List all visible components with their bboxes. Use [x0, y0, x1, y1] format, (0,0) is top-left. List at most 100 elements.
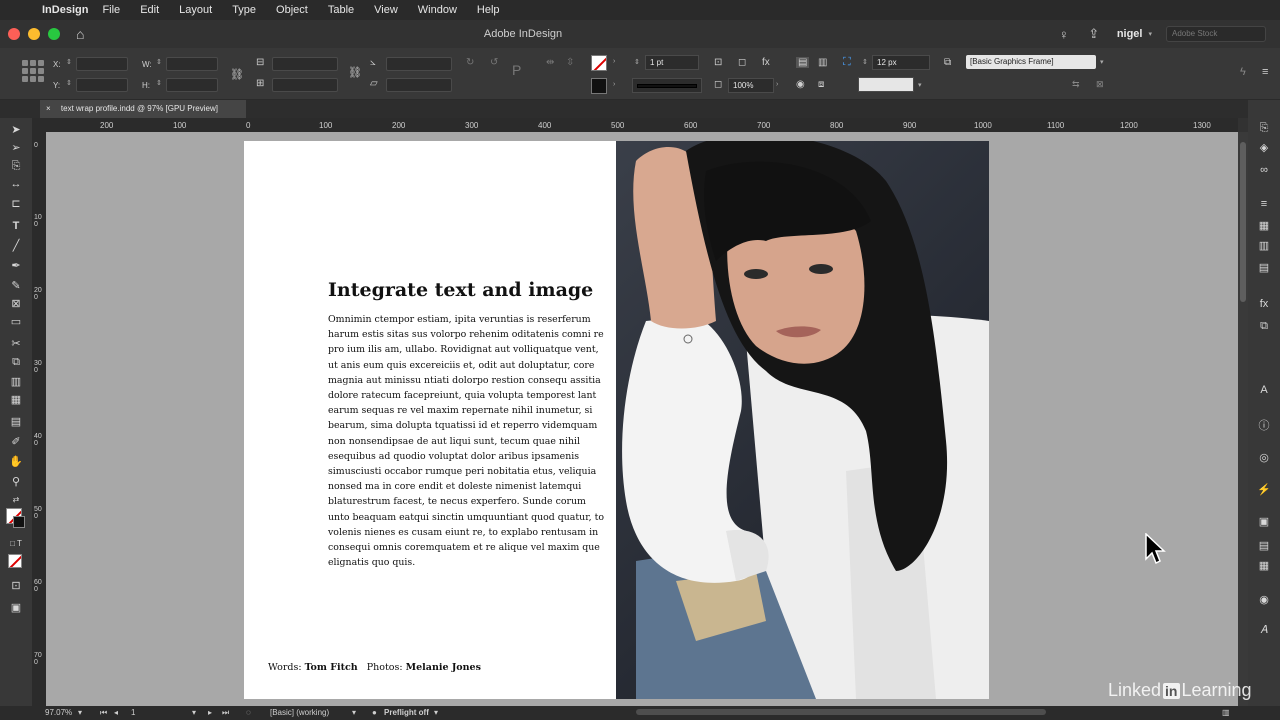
- scissors-tool-icon[interactable]: ✂: [8, 336, 24, 352]
- corner-shape-select[interactable]: [858, 77, 914, 92]
- gradient-tool-icon[interactable]: ▥: [8, 374, 24, 390]
- h-stepper-icon[interactable]: ⇕: [156, 79, 162, 87]
- scale-y-field[interactable]: [272, 78, 338, 92]
- object-style-select[interactable]: [Basic Graphics Frame]: [966, 55, 1096, 69]
- screen-mode-icon[interactable]: ▣: [8, 600, 24, 616]
- rectangle-frame-tool-icon[interactable]: ⊠: [8, 296, 24, 312]
- previous-page-icon[interactable]: ◂: [114, 708, 118, 717]
- stroke-weight-stepper-icon[interactable]: ⇕: [634, 58, 640, 66]
- adobe-stock-search-input[interactable]: Adobe Stock: [1166, 26, 1266, 42]
- portrait-photo-frame[interactable]: [616, 141, 989, 699]
- select-content-icon[interactable]: ⧈: [818, 79, 824, 90]
- swap-fill-stroke-icon[interactable]: ⇄: [8, 492, 24, 508]
- links-panel-icon[interactable]: ∞: [1256, 162, 1272, 178]
- shear-icon[interactable]: ▱: [370, 78, 378, 89]
- menu-layout[interactable]: Layout: [179, 4, 212, 16]
- panel-menu-icon[interactable]: ≡: [1262, 66, 1268, 78]
- p-icon[interactable]: P: [512, 62, 521, 78]
- body-text-frame[interactable]: Omnimin ctempor estiam, ipita veruntias …: [328, 312, 608, 570]
- text-wrap-panel-icon[interactable]: ▣: [1256, 514, 1272, 530]
- user-name[interactable]: nigel: [1117, 28, 1143, 40]
- document-tab[interactable]: × text wrap profile.indd @ 97% [GPU Prev…: [40, 100, 246, 118]
- scale-x-icon[interactable]: ⊟: [256, 57, 264, 68]
- split-window-icon[interactable]: ▥: [1222, 708, 1230, 717]
- h-field[interactable]: [166, 78, 218, 92]
- preflight-status[interactable]: Preflight off: [384, 708, 429, 717]
- content-collector-icon[interactable]: ⊏: [8, 196, 24, 212]
- line-tool-icon[interactable]: ╱: [8, 238, 24, 254]
- first-page-icon[interactable]: ⏮: [100, 708, 107, 718]
- corner-shape-chevron-icon[interactable]: ▾: [918, 81, 922, 89]
- menu-app-name[interactable]: InDesign: [42, 4, 88, 16]
- quick-apply-icon[interactable]: ⊠: [1096, 79, 1104, 90]
- close-tab-icon[interactable]: ×: [46, 104, 51, 113]
- object-style-icon[interactable]: ⧉: [944, 57, 951, 68]
- frame-fitting-icon[interactable]: ⊡: [714, 57, 722, 68]
- page-number-field[interactable]: 1: [131, 708, 135, 717]
- text-wrap-box-icon[interactable]: ▥: [818, 57, 827, 68]
- zoom-level-field[interactable]: 97.07%: [45, 708, 72, 717]
- object-style-chevron-icon[interactable]: ▾: [1100, 58, 1104, 66]
- lightbulb-icon[interactable]: ♀: [1049, 27, 1079, 42]
- flip-horizontal-icon[interactable]: ⇹: [546, 57, 554, 68]
- horizontal-scrollbar[interactable]: [636, 709, 1046, 715]
- menu-table[interactable]: Table: [328, 4, 354, 16]
- stroke-color-icon[interactable]: [13, 516, 25, 528]
- table-panel-icon[interactable]: ▤: [1256, 538, 1272, 554]
- x-stepper-icon[interactable]: ⇕: [66, 58, 72, 66]
- chevron-down-icon[interactable]: ▾: [1148, 30, 1152, 38]
- eyedropper-tool-icon[interactable]: ✐: [8, 434, 24, 450]
- vertical-ruler[interactable]: 0 100 200 300 400 500 600 700: [32, 132, 46, 708]
- preflight-profile[interactable]: [Basic] (working): [270, 708, 329, 717]
- page-headline[interactable]: Integrate text and image: [328, 279, 593, 301]
- info-panel-icon[interactable]: ⓘ: [1256, 418, 1272, 434]
- shear-field[interactable]: [386, 78, 452, 92]
- pathfinder-panel-icon[interactable]: ⚡: [1256, 482, 1272, 498]
- effects-panel-icon[interactable]: fx: [1256, 296, 1272, 312]
- rectangle-tool-icon[interactable]: ▭: [8, 314, 24, 330]
- opacity-field[interactable]: 100%: [728, 78, 774, 93]
- corner-options-icon[interactable]: ⛶: [843, 56, 851, 69]
- constrain-proportions-icon[interactable]: ⛓: [230, 68, 244, 81]
- menu-window[interactable]: Window: [418, 4, 457, 16]
- corner-size-stepper-icon[interactable]: ⇕: [862, 58, 868, 66]
- y-stepper-icon[interactable]: ⇕: [66, 79, 72, 87]
- pasteboard[interactable]: Integrate text and image Omnimin ctempor…: [46, 132, 1238, 708]
- menu-edit[interactable]: Edit: [140, 4, 159, 16]
- formatting-affects-icon[interactable]: □ T: [8, 536, 24, 552]
- flip-vertical-icon[interactable]: ⇳: [566, 57, 574, 68]
- pen-tool-icon[interactable]: ✒: [8, 258, 24, 274]
- rotate-icon[interactable]: ⦣: [370, 57, 376, 68]
- selection-tool-icon[interactable]: ➤: [8, 122, 24, 138]
- stroke-chevron-icon[interactable]: ›: [613, 81, 615, 88]
- credits-line[interactable]: Words: Tom Fitch Photos: Melanie Jones: [268, 662, 481, 673]
- align-panel-icon[interactable]: ◎: [1256, 450, 1272, 466]
- zoom-chevron-icon[interactable]: ▾: [78, 708, 82, 717]
- vertical-scrollbar-thumb[interactable]: [1240, 142, 1246, 302]
- gradient-panel-icon[interactable]: ▤: [1256, 260, 1272, 276]
- type-tool-icon[interactable]: T: [8, 218, 24, 234]
- stroke-type-select[interactable]: [632, 78, 702, 93]
- tags-panel-icon[interactable]: ◉: [1256, 592, 1272, 608]
- direct-selection-tool-icon[interactable]: ➢: [8, 140, 24, 156]
- swatches-panel-icon[interactable]: ▥: [1256, 238, 1272, 254]
- reference-point-icon[interactable]: [22, 60, 44, 82]
- gradient-feather-tool-icon[interactable]: ▦: [8, 392, 24, 408]
- view-mode-icon[interactable]: ⊡: [8, 578, 24, 594]
- corner-size-field[interactable]: 12 px: [872, 55, 930, 70]
- select-container-icon[interactable]: ◉: [796, 79, 805, 90]
- apply-none-icon[interactable]: [8, 554, 22, 568]
- table-styles-panel-icon[interactable]: ▦: [1256, 558, 1272, 574]
- menu-object[interactable]: Object: [276, 4, 308, 16]
- effects-icon[interactable]: fx: [762, 57, 770, 68]
- note-tool-icon[interactable]: ▤: [8, 414, 24, 430]
- clear-overrides-icon[interactable]: ⇆: [1072, 79, 1080, 90]
- gap-tool-icon[interactable]: ↔: [8, 176, 24, 192]
- rotate-field[interactable]: [386, 57, 452, 71]
- next-page-icon[interactable]: ▸: [208, 708, 212, 717]
- opacity-chevron-icon[interactable]: ›: [776, 81, 778, 88]
- share-icon[interactable]: ⇪: [1079, 26, 1109, 42]
- character-styles-panel-icon[interactable]: A: [1256, 382, 1272, 398]
- profile-chevron-icon[interactable]: ▾: [352, 708, 356, 717]
- last-page-icon[interactable]: ⏭: [222, 708, 229, 718]
